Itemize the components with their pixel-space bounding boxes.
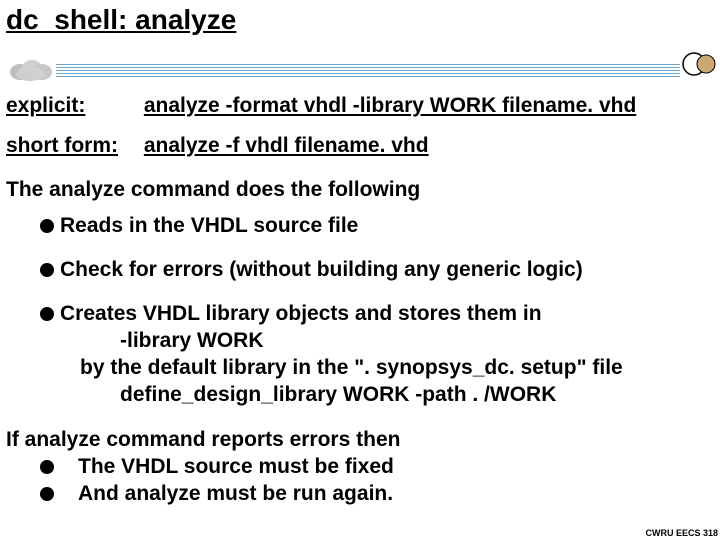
bullet-1: Reads in the VHDL source file bbox=[40, 214, 710, 238]
closing-bullet-1: The VHDL source must be fixed bbox=[40, 455, 394, 479]
subline-3: define_design_library WORK -path . /WORK bbox=[120, 383, 556, 407]
explicit-label: explicit: bbox=[6, 94, 138, 118]
bullet-3: Creates VHDL library objects and stores … bbox=[40, 302, 710, 326]
explicit-row: explicit: analyze -format vhdl -library … bbox=[6, 94, 714, 118]
short-form-row: short form: analyze -f vhdl filename. vh… bbox=[6, 134, 714, 158]
decorative-lines bbox=[56, 64, 680, 80]
short-form-label: short form: bbox=[6, 134, 138, 158]
closing-bullet-1-text: The VHDL source must be fixed bbox=[78, 455, 394, 478]
bullet-dot-icon bbox=[40, 219, 54, 233]
divider-end-icon bbox=[682, 52, 716, 76]
bullet-3-text: Creates VHDL library objects and stores … bbox=[60, 302, 542, 325]
slide-title: dc_shell: analyze bbox=[6, 4, 236, 36]
bullet-2: Check for errors (without building any g… bbox=[40, 258, 710, 282]
subline-2: by the default library in the ". synopsy… bbox=[80, 356, 623, 380]
intro-text: The analyze command does the following bbox=[6, 178, 420, 202]
bullet-2-text: Check for errors (without building any g… bbox=[60, 258, 583, 281]
cloud-icon bbox=[8, 58, 54, 82]
closing-text: If analyze command reports errors then bbox=[6, 428, 400, 452]
bullet-dot-icon bbox=[40, 460, 54, 474]
closing-bullet-2-text: And analyze must be run again. bbox=[78, 482, 393, 505]
divider bbox=[0, 48, 720, 88]
bullet-dot-icon bbox=[40, 307, 54, 321]
bullet-1-text: Reads in the VHDL source file bbox=[60, 214, 358, 237]
short-form-value: analyze -f vhdl filename. vhd bbox=[144, 134, 429, 157]
explicit-value: analyze -format vhdl -library WORK filen… bbox=[144, 94, 636, 117]
subline-1: -library WORK bbox=[120, 329, 264, 353]
closing-bullet-2: And analyze must be run again. bbox=[40, 482, 393, 506]
footer-text: CWRU EECS 318 bbox=[645, 528, 718, 538]
bullet-dot-icon bbox=[40, 487, 54, 501]
bullet-dot-icon bbox=[40, 263, 54, 277]
